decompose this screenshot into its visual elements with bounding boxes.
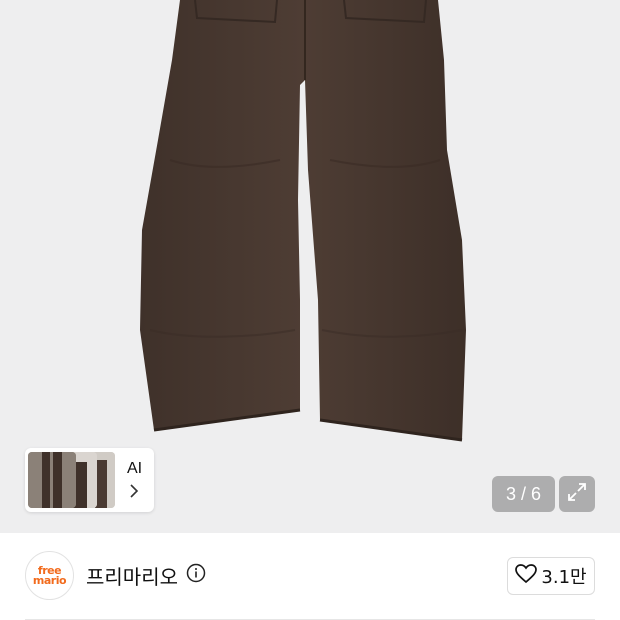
product-image-gallery[interactable]: AI 3 / 6 [0, 0, 620, 533]
like-count: 3.1만 [541, 567, 587, 588]
info-icon[interactable] [186, 563, 206, 587]
ai-label: AI [127, 460, 143, 477]
seller-avatar[interactable]: free mario [25, 551, 74, 600]
heart-icon [515, 564, 538, 588]
seller-name[interactable]: 프리마리오 [86, 561, 178, 590]
seller-row: free mario 프리마리오 3.1만 [0, 533, 620, 620]
expand-icon [566, 481, 588, 507]
like-button[interactable]: 3.1만 [507, 557, 595, 595]
chevron-right-icon [129, 484, 139, 502]
ai-styling-card[interactable]: AI [25, 448, 154, 512]
image-counter: 3 / 6 [492, 476, 555, 512]
ai-thumbnail [28, 452, 76, 508]
expand-button[interactable] [559, 476, 595, 512]
seller-logo-line2: mario [32, 573, 67, 587]
